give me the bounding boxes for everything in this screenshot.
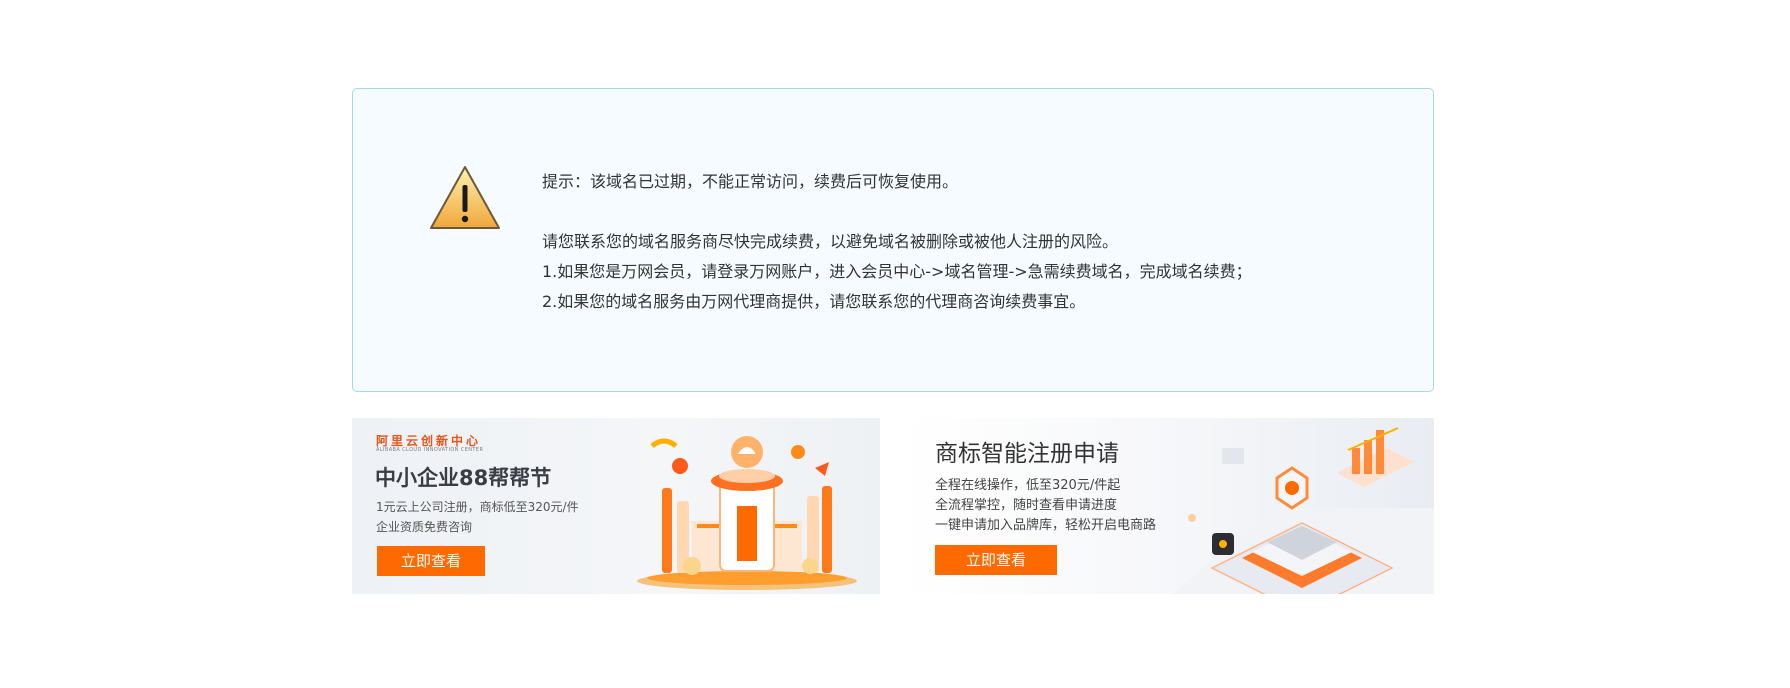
trademark-registration-banner[interactable]: 商标智能注册申请 全程在线操作，低至320元/件起 全流程掌控，随时查看申请进度… <box>902 418 1434 594</box>
warning-triangle-icon <box>430 166 500 229</box>
notice-message: 提示：该域名已过期，不能正常访问，续费后可恢复使用。 请您联系您的域名服务商尽快… <box>542 167 1252 317</box>
innovation-center-banner[interactable]: 阿里云创新中心 ALIBABA CLOUD INNOVATION CENTER … <box>352 418 880 594</box>
expired-domain-notice: 提示：该域名已过期，不能正常访问，续费后可恢复使用。 请您联系您的域名服务商尽快… <box>352 88 1434 392</box>
notice-tip: 提示：该域名已过期，不能正常访问，续费后可恢复使用。 <box>542 172 959 191</box>
festival-stage-illustration <box>637 436 857 590</box>
view-now-button[interactable]: 立即查看 <box>377 546 485 576</box>
banner-line-1: 全程在线操作，低至320元/件起 <box>935 478 1121 493</box>
banner-line-1: 1元云上公司注册，商标低至320元/件 <box>376 500 579 514</box>
view-now-button[interactable]: 立即查看 <box>935 545 1057 575</box>
banner-title: 商标智能注册申请 <box>935 441 1119 467</box>
brand-logo-subtext: ALIBABA CLOUD INNOVATION CENTER <box>376 447 484 453</box>
banner-title: 中小企业88帮帮节 <box>375 466 552 490</box>
banner-line-3: 一键申请加入品牌库，轻松开启电商路 <box>935 518 1157 533</box>
banner-line-2: 企业资质免费咨询 <box>376 520 473 534</box>
banner-line-2: 全流程掌控，随时查看申请进度 <box>935 498 1118 513</box>
notice-contact: 请您联系您的域名服务商尽快完成续费，以避免域名被删除或被他人注册的风险。 <box>542 232 1119 251</box>
trademark-platform-illustration <box>1172 427 1434 594</box>
notice-step-2: 2.如果您的域名服务由万网代理商提供，请您联系您的代理商咨询续费事宜。 <box>542 292 1086 311</box>
notice-step-1: 1.如果您是万网会员，请登录万网账户，进入会员中心->域名管理->急需续费域名，… <box>542 262 1252 281</box>
